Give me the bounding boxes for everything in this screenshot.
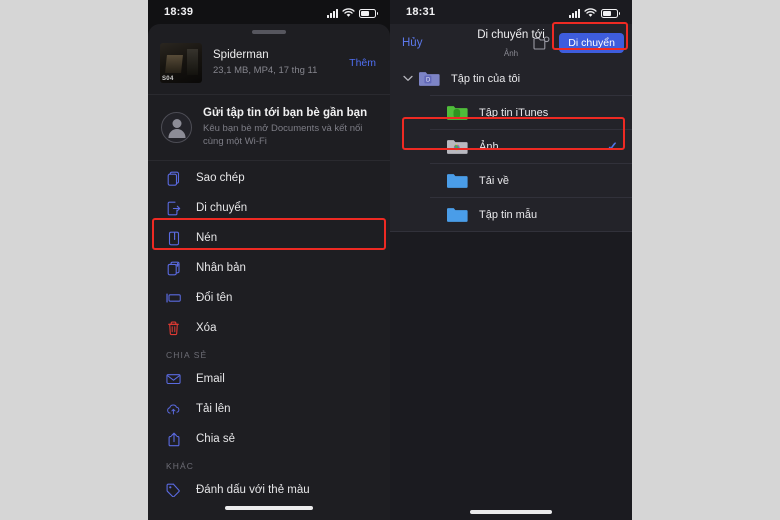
menu-label: Chia sẻ <box>196 433 235 445</box>
tree-label: Ảnh <box>479 140 499 153</box>
menu-label: Nhân bản <box>196 262 246 274</box>
right-phone-screen: 18:31 Hủy Di chuyển tới Ảnh Di chuyển D … <box>390 0 632 520</box>
copy-icon <box>166 170 181 186</box>
rename-icon <box>166 290 181 306</box>
status-icons <box>327 7 378 18</box>
status-bar-left: 18:39 <box>148 0 390 24</box>
nearby-share-row[interactable]: Gửi tập tin tới bạn bè gần bạn Kêu bạn b… <box>148 95 390 160</box>
cancel-button[interactable]: Hủy <box>402 37 422 49</box>
action-sheet: S04 Spiderman 23,1 MB, MP4, 17 thg 11 Th… <box>148 24 390 520</box>
cloud-upload-icon <box>166 401 181 417</box>
thumbnail-label: S04 <box>162 76 174 82</box>
envelope-icon <box>166 371 181 387</box>
new-folder-icon[interactable] <box>533 35 550 51</box>
nearby-text: Gửi tập tin tới bạn bè gần bạn Kêu bạn b… <box>203 106 376 148</box>
wifi-icon <box>584 7 597 17</box>
menu-label: Email <box>196 373 225 385</box>
cellular-bars-icon <box>569 8 580 18</box>
file-details: 23,1 MB, MP4, 17 thg 11 <box>213 65 318 76</box>
tree-row-photos[interactable]: Ảnh ✓ <box>390 130 632 163</box>
nearby-subtitle: Kêu bạn bè mở Documents và kết nối cùng … <box>203 123 363 147</box>
navigation-bar: Hủy Di chuyển tới Ảnh Di chuyển <box>390 24 632 62</box>
action-menu: Sao chép Di chuyển Nén Nhân bản Đổi tên … <box>148 161 390 505</box>
chevron-down-icon[interactable] <box>398 75 418 82</box>
menu-label: Đổi tên <box>196 292 233 304</box>
menu-item-rename[interactable]: Đổi tên <box>148 283 390 313</box>
menu-item-share[interactable]: Chia sẻ <box>148 424 390 454</box>
page-subtitle: Ảnh <box>503 49 519 58</box>
battery-icon <box>601 8 620 18</box>
tree-label: Tập tin iTunes <box>479 106 549 119</box>
menu-item-compress[interactable]: Nén <box>148 223 390 253</box>
menu-item-copy[interactable]: Sao chép <box>148 163 390 193</box>
status-bar-right: 18:31 <box>390 0 632 24</box>
trash-icon <box>166 320 181 336</box>
status-time: 18:31 <box>406 6 436 18</box>
file-name: Spiderman <box>213 49 269 61</box>
menu-item-move[interactable]: Di chuyển <box>148 193 390 223</box>
person-icon <box>161 111 192 143</box>
screenshot-stage: 18:39 S04 Spiderman 23,1 MB, MP4, 17 thg… <box>0 0 780 520</box>
nearby-title: Gửi tập tin tới bạn bè gần bạn <box>203 107 368 119</box>
compress-icon <box>166 230 181 246</box>
section-header-other: KHÁC <box>166 461 195 471</box>
divider <box>390 231 632 232</box>
duplicate-icon <box>166 260 181 276</box>
tree-row-sample[interactable]: Tập tin mẫu <box>390 198 632 231</box>
left-phone-screen: 18:39 S04 Spiderman 23,1 MB, MP4, 17 thg… <box>148 0 390 520</box>
checkmark-icon: ✓ <box>607 138 618 154</box>
itunes-folder-icon <box>446 104 468 122</box>
photos-folder-icon <box>446 138 468 156</box>
battery-icon <box>359 8 378 18</box>
status-time: 18:39 <box>164 6 194 18</box>
nav-right-group: Di chuyển <box>533 33 624 53</box>
blue-folder-icon <box>446 172 468 190</box>
blue-folder-icon <box>446 206 468 224</box>
tree-label: Tập tin của tôi <box>451 72 521 85</box>
move-icon <box>166 200 181 216</box>
status-icons <box>569 7 620 18</box>
share-icon <box>166 431 181 447</box>
menu-item-duplicate[interactable]: Nhân bản <box>148 253 390 283</box>
tree-row-root[interactable]: D Tập tin của tôi <box>390 62 632 95</box>
folder-tree: D Tập tin của tôi Tập tin iTunes Ảnh ✓ T… <box>390 62 632 232</box>
section-header-share: CHIA SẺ <box>166 350 208 360</box>
menu-item-email[interactable]: Email <box>148 364 390 394</box>
menu-item-tag[interactable]: Đánh dấu với thẻ màu <box>148 475 390 505</box>
documents-folder-icon: D <box>418 70 440 88</box>
tag-icon <box>166 482 181 498</box>
tree-label: Tập tin mẫu <box>479 208 538 221</box>
tree-row-downloads[interactable]: Tải về <box>390 164 632 197</box>
menu-label: Đánh dấu với thẻ màu <box>196 484 310 496</box>
wifi-icon <box>342 7 355 17</box>
home-indicator <box>470 510 552 514</box>
file-meta: Spiderman 23,1 MB, MP4, 17 thg 11 <box>213 48 332 78</box>
cellular-bars-icon <box>327 8 338 18</box>
menu-label: Di chuyển <box>196 202 248 214</box>
menu-label: Sao chép <box>196 172 245 184</box>
menu-label: Tải lên <box>196 403 231 415</box>
move-button[interactable]: Di chuyển <box>559 33 624 53</box>
menu-label: Xóa <box>196 322 217 334</box>
file-thumbnail: S04 <box>160 43 202 83</box>
menu-item-upload[interactable]: Tải lên <box>148 394 390 424</box>
file-info-row[interactable]: S04 Spiderman 23,1 MB, MP4, 17 thg 11 Th… <box>148 34 390 94</box>
menu-item-delete[interactable]: Xóa <box>148 313 390 343</box>
menu-label: Nén <box>196 232 218 244</box>
tree-row-itunes[interactable]: Tập tin iTunes <box>390 96 632 129</box>
home-indicator <box>225 506 313 510</box>
more-link[interactable]: Thêm <box>343 57 376 69</box>
tree-label: Tải về <box>479 174 509 187</box>
svg-text:D: D <box>426 77 431 83</box>
